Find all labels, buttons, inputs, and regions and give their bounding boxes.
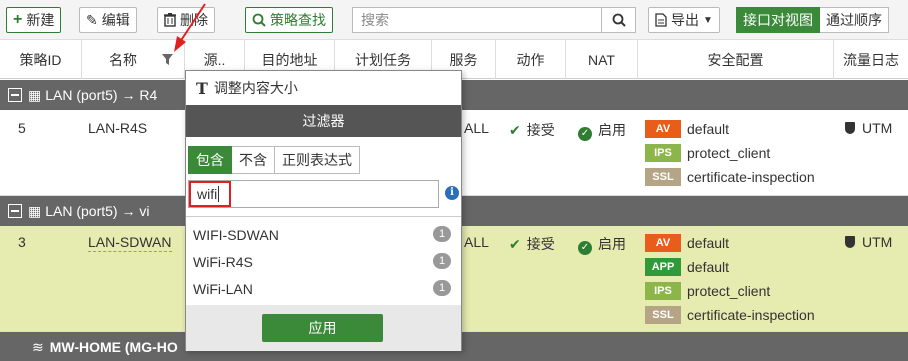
av-badge: AV bbox=[645, 234, 681, 252]
app-badge: APP bbox=[645, 258, 681, 276]
wifi-icon: ≋ bbox=[32, 338, 44, 355]
ssl-badge: SSL bbox=[645, 306, 681, 324]
apply-button[interactable]: 应用 bbox=[262, 314, 383, 342]
enabled-icon: ✓ bbox=[578, 127, 592, 141]
col-nat[interactable]: NAT bbox=[566, 40, 638, 79]
divider bbox=[186, 216, 461, 217]
search-input[interactable] bbox=[353, 8, 601, 32]
security-profile[interactable]: IPS protect_client bbox=[645, 279, 770, 303]
security-profile[interactable]: AV default bbox=[645, 231, 729, 255]
annotation-highlight-box bbox=[189, 181, 231, 207]
port-icon: ▦ bbox=[28, 86, 42, 103]
info-icon[interactable]: i bbox=[445, 186, 459, 200]
filter-header: 过滤器 bbox=[186, 105, 461, 137]
edit-button[interactable]: ✎ 编辑 bbox=[79, 7, 137, 33]
check-icon: ✔ bbox=[509, 236, 521, 252]
resize-content-option[interactable]: T 调整内容大小 bbox=[186, 71, 461, 105]
security-profile[interactable]: SSL certificate-inspection bbox=[645, 303, 815, 327]
count-badge: 1 bbox=[433, 280, 451, 296]
ssl-badge: SSL bbox=[645, 168, 681, 186]
filter-option[interactable]: WIFI-SDWAN 1 bbox=[186, 221, 461, 248]
filter-option[interactable]: WiFi-R4S 1 bbox=[186, 248, 461, 275]
filter-popup: T 调整内容大小 过滤器 包含 不含 正则表达式 wifi i WIFI-SDW… bbox=[185, 70, 462, 351]
security-profile[interactable]: IPS protect_client bbox=[645, 141, 770, 165]
view-interface-button[interactable]: 接口对视图 bbox=[736, 7, 820, 33]
search-icon bbox=[252, 13, 266, 27]
document-icon bbox=[655, 13, 667, 27]
view-sequence-button[interactable]: 通过顺序 bbox=[820, 7, 889, 33]
port-icon: ▦ bbox=[28, 202, 42, 219]
caret-down-icon: ▼ bbox=[703, 14, 713, 26]
filter-option[interactable]: WiFi-LAN 1 bbox=[186, 275, 461, 302]
plus-icon: + bbox=[13, 11, 23, 28]
pencil-icon: ✎ bbox=[86, 11, 98, 28]
tab-contains[interactable]: 包含 bbox=[188, 146, 232, 174]
annotation-arrow-icon bbox=[174, 3, 206, 52]
shield-icon bbox=[845, 236, 855, 248]
count-badge: 1 bbox=[433, 226, 451, 242]
policy-search-button[interactable]: 策略查找 bbox=[245, 7, 333, 33]
popup-footer: 应用 bbox=[186, 305, 461, 351]
view-toggle: 接口对视图 通过顺序 bbox=[736, 7, 889, 33]
col-action[interactable]: 动作 bbox=[496, 40, 566, 79]
new-button[interactable]: + 新建 bbox=[6, 7, 62, 33]
ips-badge: IPS bbox=[645, 144, 681, 162]
search-icon bbox=[612, 13, 626, 27]
security-profile[interactable]: AV default bbox=[645, 117, 729, 141]
security-profile[interactable]: SSL certificate-inspection bbox=[645, 165, 815, 189]
collapse-icon[interactable] bbox=[8, 204, 22, 218]
col-security[interactable]: 安全配置 bbox=[638, 40, 834, 79]
enabled-icon: ✓ bbox=[578, 241, 592, 255]
tab-regex[interactable]: 正则表达式 bbox=[275, 146, 360, 174]
ips-badge: IPS bbox=[645, 282, 681, 300]
search-field bbox=[352, 7, 636, 33]
shield-icon bbox=[845, 122, 855, 134]
av-badge: AV bbox=[645, 120, 681, 138]
export-dropdown[interactable]: 导出 ▼ bbox=[648, 7, 720, 33]
filter-mode-tabs: 包含 不含 正则表达式 bbox=[188, 146, 360, 174]
check-icon: ✔ bbox=[509, 122, 521, 138]
text-size-icon: T bbox=[196, 78, 208, 98]
toolbar: + 新建 ✎ 编辑 删除 策略查找 导出 ▼ 接口对视图 通过顺序 bbox=[0, 0, 908, 40]
collapse-icon[interactable] bbox=[8, 88, 22, 102]
count-badge: 1 bbox=[433, 253, 451, 269]
col-policy-id[interactable]: 策略ID bbox=[0, 40, 82, 79]
col-log[interactable]: 流量日志 bbox=[834, 40, 908, 79]
search-submit-button[interactable] bbox=[601, 8, 635, 32]
tab-excludes[interactable]: 不含 bbox=[232, 146, 275, 174]
security-profile[interactable]: APP default bbox=[645, 255, 729, 279]
